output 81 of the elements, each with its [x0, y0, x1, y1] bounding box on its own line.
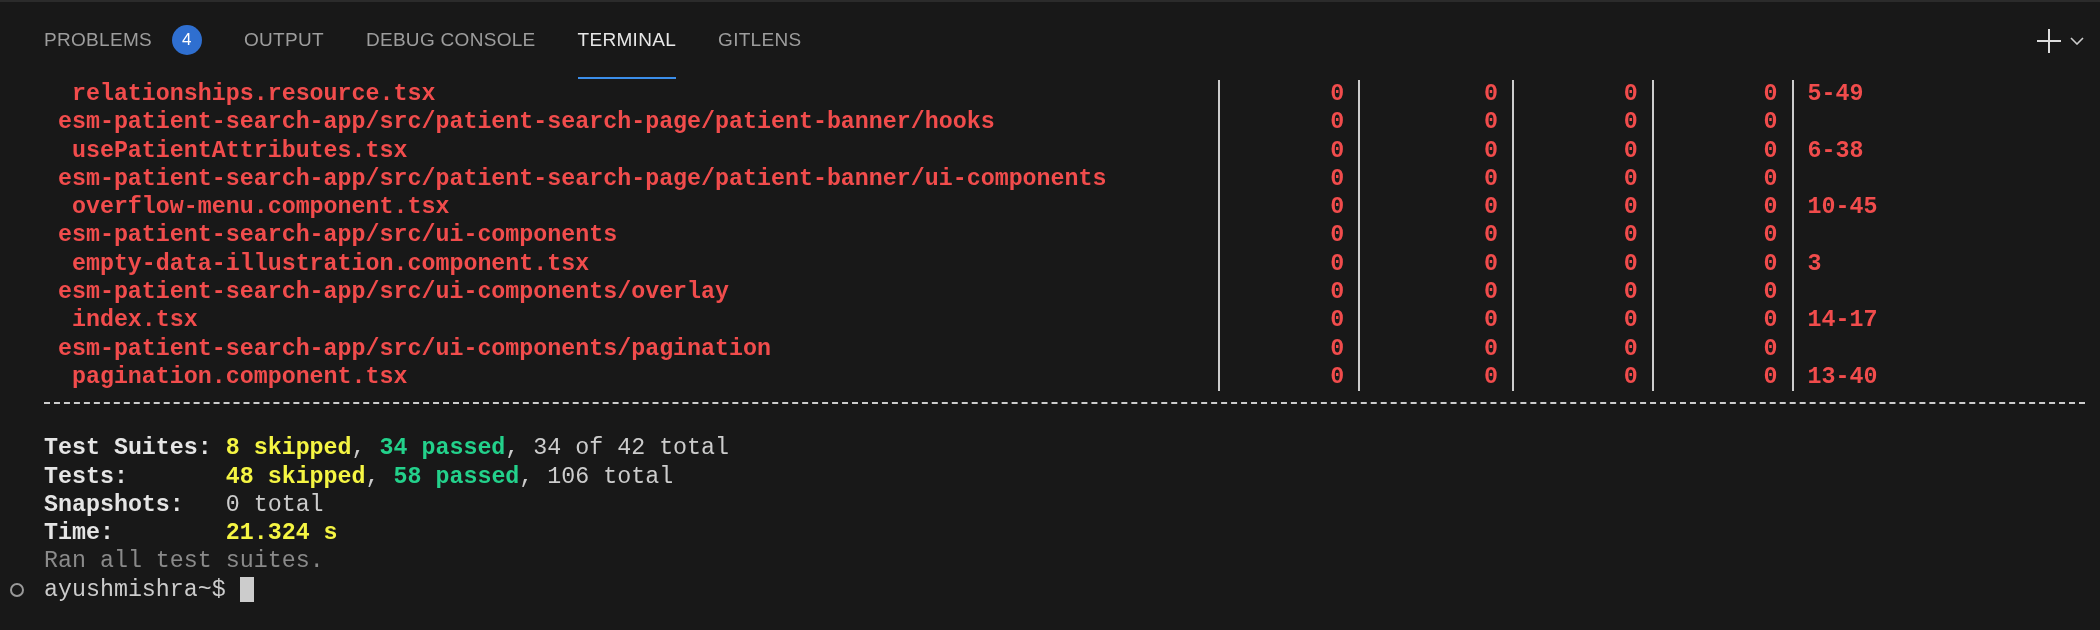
coverage-value: 0	[1763, 164, 1778, 194]
uncovered-lines: 6-38	[1807, 136, 1864, 165]
circle-icon	[10, 582, 24, 597]
uncovered-lines: 5-49	[1807, 80, 1864, 109]
file-name: index.tsx	[71, 306, 198, 335]
coverage-value: 0	[1763, 334, 1778, 363]
file-name: relationships.resource.tsx	[71, 80, 436, 109]
coverage-value: 0	[1483, 221, 1498, 250]
folder-path: esm-patient-search-app/src/patient-search-page/patient-banner/hooks	[57, 108, 995, 137]
coverage-value: 0	[1330, 108, 1345, 137]
coverage-value: 0	[1483, 164, 1498, 194]
coverage-value: 0	[1330, 136, 1345, 165]
coverage-value: 0	[1623, 249, 1638, 279]
summary-value: 21.324 s	[225, 519, 338, 548]
coverage-value: 0	[1763, 249, 1778, 279]
panel-tab[interactable]: TERMINAL	[577, 3, 677, 79]
coverage-value: 0	[1623, 164, 1638, 194]
coverage-value: 0	[1483, 362, 1498, 392]
count-badge: 4	[172, 25, 202, 55]
file-name: pagination.component.tsx	[71, 362, 408, 392]
coverage-value: 0	[1483, 80, 1498, 109]
coverage-value: 0	[1483, 334, 1498, 363]
coverage-value: 0	[1763, 108, 1778, 137]
folder-path: esm-patient-search-app/src/ui-components/overlay	[57, 278, 730, 307]
coverage-value: 0	[1330, 193, 1345, 222]
chevron-down-icon[interactable]	[2070, 37, 2084, 45]
folder-path: esm-patient-search-app/src/ui-components/pagination	[57, 334, 771, 363]
coverage-value: 0	[1330, 306, 1345, 335]
coverage-value: 0	[1763, 80, 1778, 109]
summary-label: Snapshots:	[44, 490, 185, 520]
uncovered-lines: 3	[1807, 249, 1822, 279]
folder-path: esm-patient-search-app/src/patient-search-page/patient-banner/ui-components	[57, 164, 1107, 194]
coverage-value: 0	[1763, 306, 1778, 335]
coverage-value: 0	[1483, 136, 1498, 165]
coverage-value: 0	[1623, 362, 1638, 392]
summary-value: 8 skipped, 34 passed, 34 of 42 total	[225, 434, 730, 463]
summary-label: Time:	[44, 519, 115, 548]
folder-path: esm-patient-search-app/src/ui-components	[57, 221, 618, 250]
plus-icon[interactable]	[2036, 28, 2062, 54]
panel-tab[interactable]: OUTPUT	[244, 3, 324, 79]
file-name: usePatientAttributes.tsx	[71, 136, 408, 165]
uncovered-lines: 13-40	[1807, 362, 1878, 392]
summary-value: 0 total	[225, 490, 324, 520]
coverage-value: 0	[1763, 362, 1778, 392]
coverage-value: 0	[1623, 278, 1638, 307]
uncovered-lines: 10-45	[1807, 193, 1878, 222]
coverage-value: 0	[1483, 278, 1498, 307]
coverage-value: 0	[1763, 136, 1778, 165]
coverage-value: 0	[1483, 249, 1498, 279]
summary-label: Test Suites:	[44, 434, 213, 463]
coverage-value: 0	[1763, 193, 1778, 222]
coverage-value: 0	[1763, 221, 1778, 250]
summary-value: 48 skipped, 58 passed, 106 total	[225, 462, 674, 491]
coverage-value: 0	[1623, 136, 1638, 165]
coverage-value: 0	[1330, 80, 1345, 109]
coverage-value: 0	[1623, 193, 1638, 222]
coverage-value: 0	[1330, 249, 1345, 279]
file-name: overflow-menu.component.tsx	[71, 193, 450, 222]
panel-tab[interactable]: GITLENS	[718, 3, 802, 79]
summary-label: Tests:	[44, 462, 129, 491]
text-cursor	[239, 577, 254, 603]
coverage-value: 0	[1763, 278, 1778, 307]
coverage-value: 0	[1330, 278, 1345, 307]
coverage-value: 0	[1483, 306, 1498, 335]
panel-tab[interactable]: PROBLEMS 4	[44, 3, 202, 79]
status-message: Ran all test suites.	[44, 547, 324, 576]
coverage-value: 0	[1330, 221, 1345, 250]
shell-prompt: ayushmishra~$	[44, 575, 226, 605]
coverage-value: 0	[1623, 306, 1638, 335]
coverage-value: 0	[1623, 334, 1638, 363]
coverage-value: 0	[1623, 108, 1638, 137]
coverage-value: 0	[1330, 164, 1345, 194]
coverage-value: 0	[1483, 108, 1498, 137]
coverage-value: 0	[1330, 362, 1345, 392]
uncovered-lines: 14-17	[1807, 306, 1878, 335]
panel-tab[interactable]: DEBUG CONSOLE	[365, 3, 536, 79]
coverage-value: 0	[1330, 334, 1345, 363]
coverage-value: 0	[1623, 80, 1638, 109]
file-name: empty-data-illustration.component.tsx	[71, 249, 590, 279]
coverage-value: 0	[1623, 221, 1638, 250]
coverage-value: 0	[1483, 193, 1498, 222]
